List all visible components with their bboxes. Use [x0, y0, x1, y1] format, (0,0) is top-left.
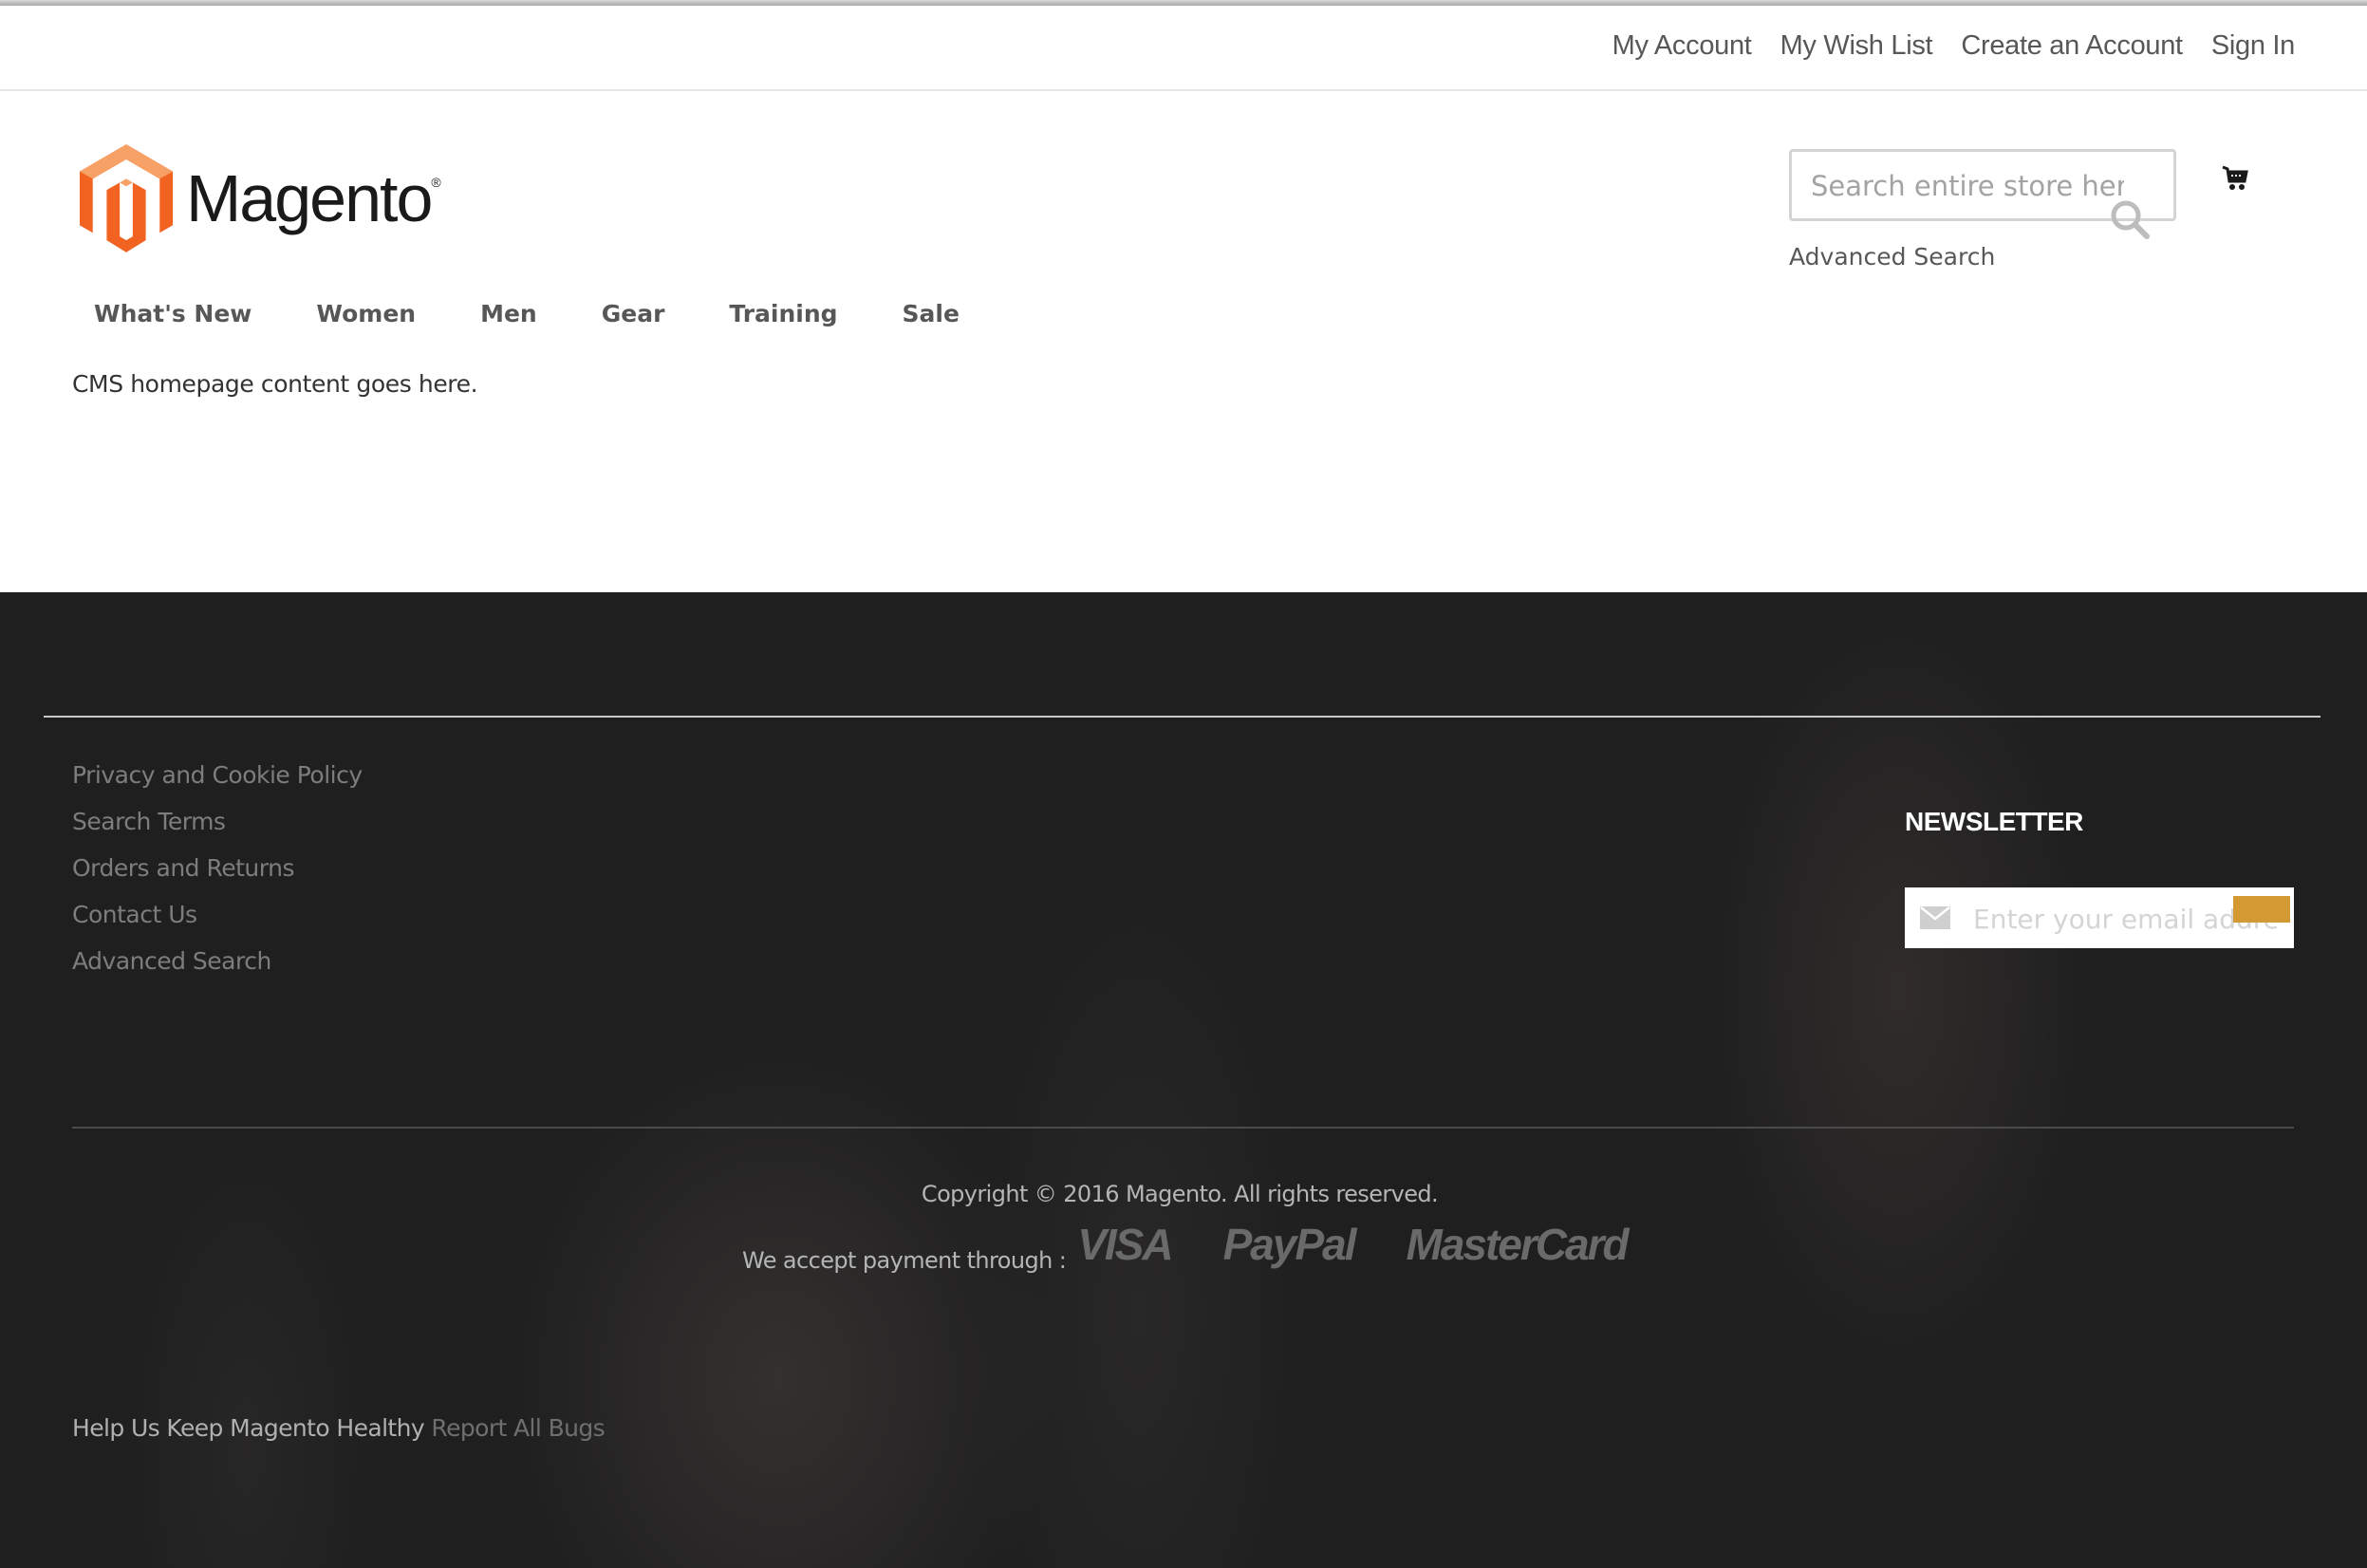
main-navigation: What's New Women Men Gear Training Sale: [94, 300, 1024, 327]
my-wish-list-link[interactable]: My Wish List: [1780, 30, 1933, 62]
cms-content: CMS homepage content goes here.: [72, 370, 478, 398]
footer-link-advanced-search[interactable]: Advanced Search: [72, 949, 363, 974]
mail-icon: [1920, 906, 1950, 929]
footer-link-contact[interactable]: Contact Us: [72, 903, 363, 927]
footer-divider-bottom: [72, 1127, 2294, 1129]
search-input[interactable]: [1809, 165, 2126, 207]
paypal-logo: PayPal: [1222, 1220, 1357, 1269]
nav-whats-new[interactable]: What's New: [94, 300, 252, 327]
footer: Privacy and Cookie Policy Search Terms O…: [0, 592, 2367, 1568]
visa-logo: VISA: [1077, 1220, 1173, 1269]
footer-divider-top: [44, 716, 2320, 718]
nav-training[interactable]: Training: [729, 300, 837, 327]
magento-logo[interactable]: Magento®: [80, 144, 441, 252]
newsletter-title: NEWSLETTER: [1905, 807, 2083, 836]
payment-label: We accept payment through :: [742, 1247, 1067, 1274]
search-icon[interactable]: [2105, 195, 2156, 246]
nav-sale[interactable]: Sale: [903, 300, 960, 327]
help-line: Help Us Keep Magento Healthy Report All …: [72, 1414, 606, 1442]
help-text: Help Us Keep Magento Healthy: [72, 1414, 425, 1442]
nav-men[interactable]: Men: [480, 300, 537, 327]
footer-link-search-terms[interactable]: Search Terms: [72, 810, 363, 834]
footer-link-orders-returns[interactable]: Orders and Returns: [72, 856, 363, 881]
cart-icon[interactable]: [2220, 164, 2248, 193]
advanced-search-link[interactable]: Advanced Search: [1789, 243, 1995, 271]
newsletter-form: [1905, 887, 2294, 948]
payment-methods: We accept payment through : VISA PayPal …: [742, 1219, 1630, 1276]
footer-link-privacy[interactable]: Privacy and Cookie Policy: [72, 763, 363, 788]
sign-in-link[interactable]: Sign In: [2211, 30, 2295, 62]
nav-gear[interactable]: Gear: [602, 300, 665, 327]
nav-women[interactable]: Women: [316, 300, 416, 327]
create-account-link[interactable]: Create an Account: [1961, 30, 2183, 62]
subscribe-button[interactable]: [2233, 896, 2290, 923]
mastercard-logo: MasterCard: [1406, 1220, 1630, 1269]
my-account-link[interactable]: My Account: [1612, 30, 1752, 62]
header-links: My Account My Wish List Create an Accoun…: [1612, 30, 2296, 62]
copyright: Copyright © 2016 Magento. All rights res…: [921, 1181, 1439, 1207]
report-bugs-link[interactable]: Report All Bugs: [431, 1414, 605, 1442]
footer-links: Privacy and Cookie Policy Search Terms O…: [72, 763, 363, 996]
search-box: [1789, 149, 2176, 239]
magento-logo-icon: [80, 144, 173, 252]
logo-text: Magento®: [186, 161, 441, 235]
header-panel: My Account My Wish List Create an Accoun…: [0, 6, 2367, 91]
